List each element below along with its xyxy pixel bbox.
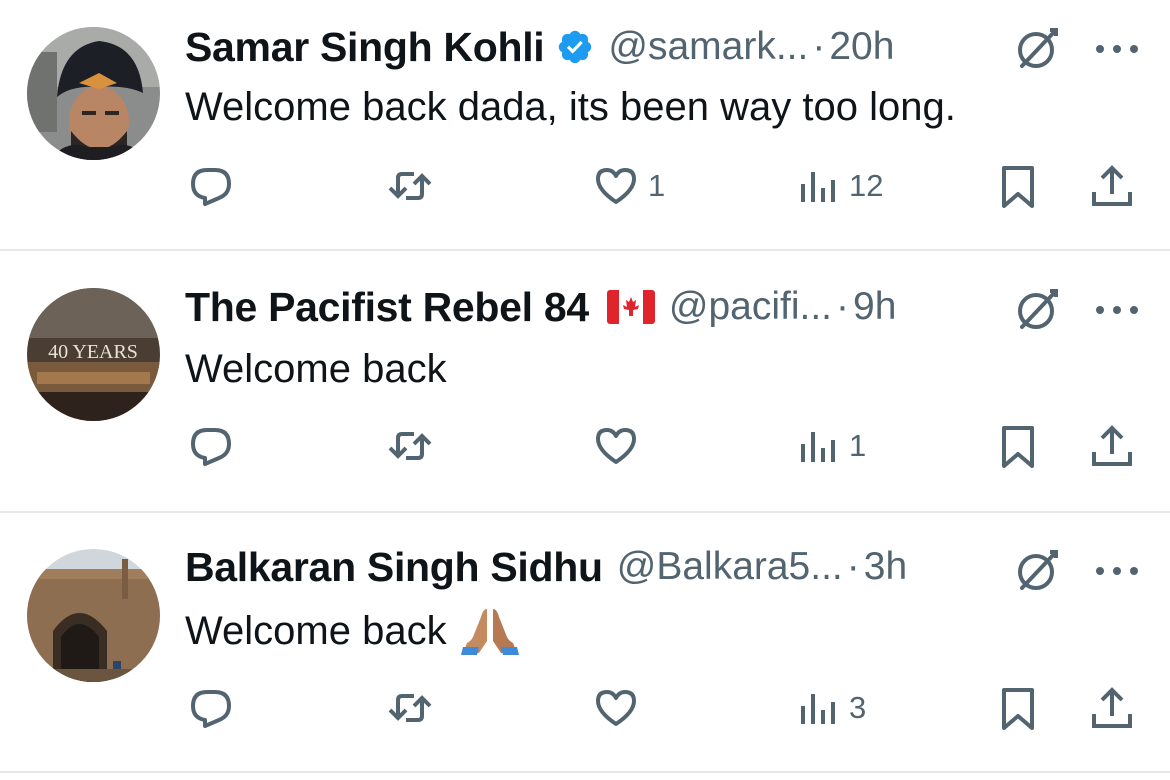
- verified-badge-icon: [556, 28, 594, 66]
- avatar[interactable]: 40 YEARS: [27, 288, 160, 421]
- heart-icon: [596, 690, 636, 726]
- author-name[interactable]: The Pacifist Rebel 84: [185, 284, 589, 331]
- author-handle[interactable]: @Balkara5...: [617, 545, 843, 589]
- share-button[interactable]: [1088, 680, 1136, 736]
- timestamp[interactable]: 3h: [864, 545, 907, 589]
- repost-icon: [388, 694, 432, 722]
- bookmark-button[interactable]: [994, 418, 1042, 474]
- bookmark-icon: [1002, 166, 1034, 208]
- views-button[interactable]: 1: [793, 418, 866, 474]
- timestamp[interactable]: 20h: [829, 25, 894, 69]
- views-button[interactable]: 12: [793, 158, 883, 214]
- author-name[interactable]: Balkaran Singh Sidhu: [185, 544, 603, 591]
- timestamp[interactable]: 9h: [853, 285, 896, 329]
- separator-dot: ·: [836, 285, 850, 328]
- tweet-actions: 1: [0, 418, 1170, 474]
- divider: [0, 771, 1170, 773]
- separator-dot: ·: [812, 25, 826, 68]
- bookmark-icon: [1002, 688, 1034, 730]
- tweet-actions: 3: [0, 680, 1170, 736]
- share-button[interactable]: [1088, 158, 1136, 214]
- author-handle[interactable]: @pacifi...: [669, 285, 832, 329]
- tweet-actions: 1 12: [0, 158, 1170, 214]
- grok-icon[interactable]: [1014, 24, 1062, 72]
- like-button[interactable]: 1: [592, 158, 665, 214]
- author-handle[interactable]: @samark...: [608, 25, 808, 69]
- tweet-header: Samar Singh Kohli @samark... · 20h: [185, 22, 894, 72]
- avatar[interactable]: [27, 549, 160, 682]
- tweet-header: Balkaran Singh Sidhu @Balkara5... · 3h: [185, 542, 907, 592]
- reply-tweet[interactable]: Balkaran Singh Sidhu @Balkara5... · 3h W…: [0, 520, 1170, 780]
- tweet-text: Welcome back: [185, 602, 519, 660]
- avatar[interactable]: [27, 27, 160, 160]
- share-icon: [1092, 687, 1132, 728]
- avatar-text: 40 YEARS: [48, 341, 138, 363]
- reply-button[interactable]: [187, 158, 235, 214]
- separator-dot: ·: [846, 545, 860, 588]
- bookmark-button[interactable]: [994, 680, 1042, 736]
- views-icon: [801, 694, 835, 724]
- view-count: 1: [849, 428, 867, 463]
- like-button[interactable]: [592, 680, 640, 736]
- canada-flag-icon: [606, 290, 655, 324]
- reply-button[interactable]: [187, 680, 235, 736]
- repost-icon: [388, 432, 432, 460]
- divider: [0, 249, 1170, 251]
- tweet-text: Welcome back: [185, 342, 447, 396]
- tweet-text-content: Welcome back: [185, 346, 447, 391]
- more-icon[interactable]: [1094, 303, 1140, 315]
- like-count: 1: [648, 168, 666, 203]
- share-button[interactable]: [1088, 418, 1136, 474]
- more-icon[interactable]: [1094, 564, 1140, 576]
- views-icon: [801, 172, 835, 202]
- reply-tweet[interactable]: 40 YEARS The Pacifist Rebel 84 @pacifi..…: [0, 260, 1170, 520]
- bookmark-button[interactable]: [994, 158, 1042, 214]
- repost-button[interactable]: [386, 158, 434, 214]
- views-button[interactable]: 3: [793, 680, 866, 736]
- view-count: 12: [849, 168, 884, 203]
- author-name[interactable]: Samar Singh Kohli: [185, 24, 545, 71]
- view-count: 3: [849, 690, 867, 725]
- reply-tweet[interactable]: Samar Singh Kohli @samark... · 20h Welco…: [0, 0, 1170, 260]
- like-button[interactable]: [592, 418, 640, 474]
- folded-hands-emoji: [460, 607, 519, 655]
- heart-icon: [596, 168, 636, 204]
- heart-icon: [596, 428, 636, 464]
- reply-button[interactable]: [187, 418, 235, 474]
- grok-icon[interactable]: [1014, 285, 1062, 333]
- tweet-text-content: Welcome back dada, its been way too long…: [185, 84, 956, 129]
- share-icon: [1092, 165, 1132, 206]
- grok-icon[interactable]: [1014, 546, 1062, 594]
- share-icon: [1092, 425, 1132, 466]
- tweet-text-content: Welcome back: [185, 608, 447, 653]
- tweet-header: The Pacifist Rebel 84 @pacifi... · 9h: [185, 282, 896, 332]
- repost-icon: [388, 172, 432, 200]
- tweet-text: Welcome back dada, its been way too long…: [185, 80, 956, 134]
- repost-button[interactable]: [386, 680, 434, 736]
- bookmark-icon: [1002, 426, 1034, 468]
- reply-icon: [191, 428, 231, 466]
- reply-icon: [191, 690, 231, 728]
- reply-icon: [191, 168, 231, 206]
- repost-button[interactable]: [386, 418, 434, 474]
- views-icon: [801, 432, 835, 462]
- divider: [0, 511, 1170, 513]
- more-icon[interactable]: [1094, 42, 1140, 54]
